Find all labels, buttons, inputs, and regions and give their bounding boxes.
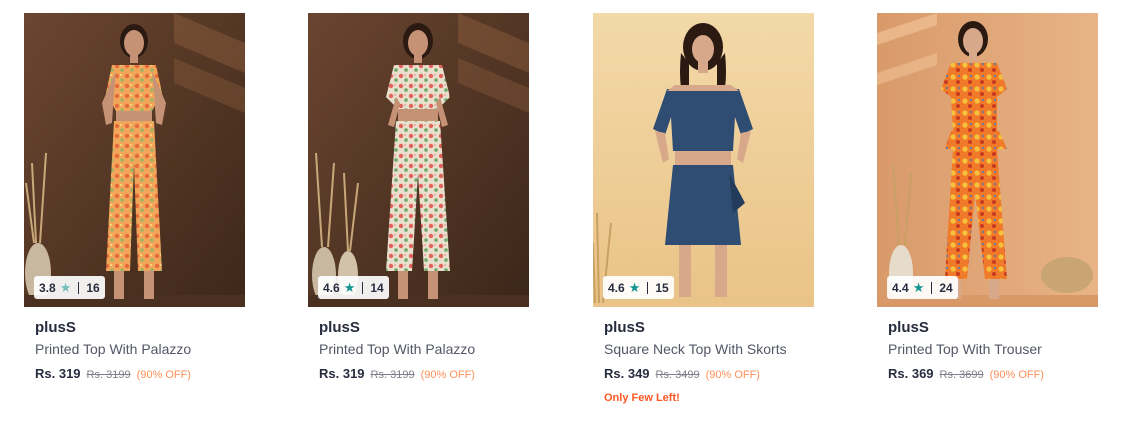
- rating-divider: [362, 281, 364, 294]
- product-brand: plusS: [888, 319, 929, 336]
- product-price: Rs. 349: [604, 366, 650, 381]
- product-image[interactable]: 3.8 ★ 16: [24, 13, 245, 307]
- product-card[interactable]: 4.6 ★ 15 plusS Square Neck Top With Skor…: [593, 13, 814, 413]
- product-image[interactable]: 4.6 ★ 14: [308, 13, 529, 307]
- rating-divider: [78, 281, 80, 294]
- product-price: Rs. 319: [319, 366, 365, 381]
- rating-count: 14: [370, 280, 384, 295]
- rating-value: 3.8: [39, 280, 56, 295]
- star-icon: ★: [912, 280, 925, 295]
- star-icon: ★: [59, 280, 72, 295]
- product-price: Rs. 369: [888, 366, 934, 381]
- price-row: Rs. 369 Rs. 3699 (90% OFF): [888, 366, 1098, 381]
- product-name: Printed Top With Palazzo: [319, 341, 476, 357]
- product-card[interactable]: 4.4 ★ 24 plusS Printed Top With Trouser …: [877, 13, 1098, 413]
- product-mrp: Rs. 3199: [86, 369, 131, 381]
- product-discount: (90% OFF): [420, 369, 475, 381]
- product-image[interactable]: 4.6 ★ 15: [593, 13, 814, 307]
- rating-badge: 4.6 ★ 15: [603, 276, 674, 299]
- product-brand: plusS: [604, 319, 645, 336]
- product-price: Rs. 319: [35, 366, 81, 381]
- rating-badge: 4.4 ★ 24: [887, 276, 958, 299]
- product-name: Printed Top With Trouser: [888, 341, 1042, 357]
- stock-urgency-label: Only Few Left!: [604, 392, 680, 404]
- rating-badge: 4.6 ★ 14: [318, 276, 389, 299]
- product-card[interactable]: 3.8 ★ 16 plusS Printed Top With Palazzo …: [24, 13, 245, 413]
- rating-divider: [931, 281, 933, 294]
- product-discount: (90% OFF): [136, 369, 191, 381]
- rating-value: 4.6: [323, 280, 340, 295]
- star-icon: ★: [628, 280, 641, 295]
- rating-count: 16: [86, 280, 100, 295]
- product-card[interactable]: 4.6 ★ 14 plusS Printed Top With Palazzo …: [308, 13, 529, 413]
- product-image[interactable]: 4.4 ★ 24: [877, 13, 1098, 307]
- rating-value: 4.4: [892, 280, 909, 295]
- star-icon: ★: [343, 280, 356, 295]
- product-mrp: Rs. 3699: [939, 369, 984, 381]
- rating-badge: 3.8 ★ 16: [34, 276, 105, 299]
- product-discount: (90% OFF): [705, 369, 760, 381]
- product-discount: (90% OFF): [989, 369, 1044, 381]
- product-name: Printed Top With Palazzo: [35, 341, 192, 357]
- product-name: Square Neck Top With Skorts: [604, 341, 787, 357]
- price-row: Rs. 319 Rs. 3199 (90% OFF): [319, 366, 529, 381]
- price-row: Rs. 319 Rs. 3199 (90% OFF): [35, 366, 245, 381]
- rating-value: 4.6: [608, 280, 625, 295]
- product-brand: plusS: [35, 319, 76, 336]
- product-mrp: Rs. 3499: [655, 369, 700, 381]
- product-mrp: Rs. 3199: [370, 369, 415, 381]
- rating-count: 24: [939, 280, 953, 295]
- rating-count: 15: [655, 280, 669, 295]
- rating-divider: [647, 281, 649, 294]
- product-brand: plusS: [319, 319, 360, 336]
- price-row: Rs. 349 Rs. 3499 (90% OFF): [604, 366, 814, 381]
